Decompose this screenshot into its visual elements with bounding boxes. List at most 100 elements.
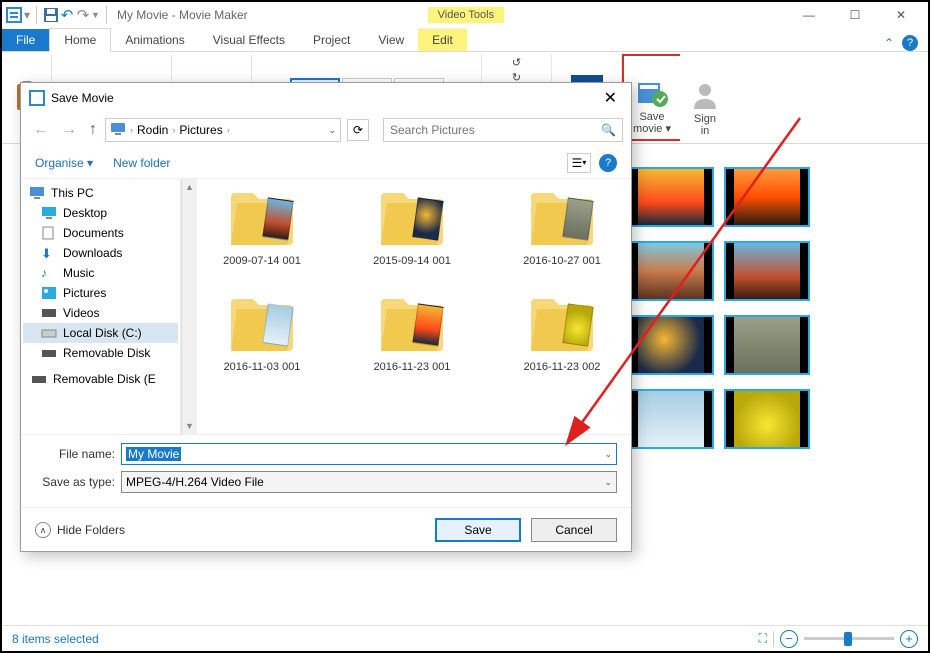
tab-view[interactable]: View — [364, 29, 418, 51]
clip-thumb[interactable] — [724, 241, 810, 301]
dialog-close-button[interactable]: ✕ — [598, 88, 623, 108]
undo-icon[interactable]: ↶ — [59, 7, 75, 23]
new-folder-button[interactable]: New folder — [113, 156, 170, 170]
nav-this-pc[interactable]: This PC — [23, 183, 178, 203]
sign-in-label: Signin — [694, 113, 716, 137]
file-name-value[interactable]: My Movie — [126, 447, 181, 461]
nav-removable-1[interactable]: Removable Disk — [23, 343, 178, 363]
status-bar: 8 items selected ⛶ − + — [2, 625, 928, 651]
nav-local-disk[interactable]: Local Disk (C:) — [23, 323, 178, 343]
breadcrumb[interactable]: › Rodin › Pictures › ⌄ — [105, 118, 341, 142]
close-button[interactable]: ✕ — [878, 3, 924, 27]
status-text: 8 items selected — [12, 632, 99, 646]
zoom-in-button[interactable]: + — [900, 630, 918, 648]
qat-divider: ▾ — [24, 8, 30, 22]
search-icon[interactable]: 🔍 — [601, 123, 616, 137]
quick-access-toolbar: ▾ — [6, 7, 30, 23]
clip-thumb[interactable] — [628, 389, 714, 449]
nav-removable-2[interactable]: Removable Disk (E — [23, 369, 178, 389]
nav-scrollbar[interactable]: ▲▼ — [181, 179, 197, 434]
view-options-button[interactable]: ☰ ▾ — [567, 153, 591, 173]
rotate-left-icon[interactable]: ↺ — [512, 56, 521, 69]
folder-icon — [377, 295, 447, 355]
clip-thumb[interactable] — [724, 167, 810, 227]
app-icon — [6, 7, 22, 23]
refresh-button[interactable]: ⟳ — [347, 119, 369, 141]
search-box[interactable]: 🔍 — [383, 118, 623, 142]
help-icon[interactable]: ? — [902, 35, 918, 51]
folder-label: 2015-09-14 001 — [373, 255, 451, 267]
folder-item[interactable]: 2016-11-23 001 — [357, 295, 467, 373]
tab-project[interactable]: Project — [299, 29, 364, 51]
folder-label: 2016-10-27 001 — [523, 255, 601, 267]
redo-icon[interactable]: ↷ — [75, 7, 91, 23]
folder-label: 2009-07-14 001 — [223, 255, 301, 267]
zoom-slider[interactable] — [804, 637, 894, 640]
save-icon[interactable] — [43, 7, 59, 23]
clip-thumb[interactable] — [628, 241, 714, 301]
nav-back-button[interactable]: ← — [29, 121, 53, 139]
tab-animations[interactable]: Animations — [111, 29, 198, 51]
folder-item[interactable]: 2016-11-23 002 — [507, 295, 617, 373]
nav-videos[interactable]: Videos — [23, 303, 178, 323]
pc-icon — [110, 122, 126, 139]
folder-item[interactable]: 2009-07-14 001 — [207, 189, 317, 267]
title-bar: ▾ ↶ ↷ ▼ My Movie - Movie Maker Video Too… — [2, 2, 928, 28]
save-button[interactable]: Save — [435, 518, 521, 542]
clip-thumb[interactable] — [724, 315, 810, 375]
clip-thumb[interactable] — [628, 167, 714, 227]
save-dialog: Save Movie ✕ ← → ↑ › Rodin › Pictures › … — [20, 82, 632, 552]
nav-desktop[interactable]: Desktop — [23, 203, 178, 223]
qat-dropdown-icon[interactable]: ▼ — [91, 10, 100, 20]
nav-downloads[interactable]: ⬇Downloads — [23, 243, 178, 263]
file-name-field[interactable]: My Movie ⌄ — [121, 443, 617, 465]
tab-file[interactable]: File — [2, 29, 49, 51]
tab-visual-effects[interactable]: Visual Effects — [199, 29, 299, 51]
clip-thumb[interactable] — [628, 315, 714, 375]
nav-pictures[interactable]: Pictures — [23, 283, 178, 303]
file-name-dropdown-icon[interactable]: ⌄ — [604, 449, 612, 460]
ribbon-tabs: File Home Animations Visual Effects Proj… — [2, 28, 928, 52]
nav-documents[interactable]: Documents — [23, 223, 178, 243]
breadcrumb-dropdown-icon[interactable]: ⌄ — [328, 125, 336, 136]
zoom-out-button[interactable]: − — [780, 630, 798, 648]
maximize-button[interactable]: ☐ — [832, 3, 878, 27]
sign-in-button[interactable]: Signin — [681, 77, 729, 139]
save-type-field[interactable]: MPEG-4/H.264 Video File ⌄ — [121, 471, 617, 493]
nav-music[interactable]: ♪Music — [23, 263, 178, 283]
folder-item[interactable]: 2016-11-03 001 — [207, 295, 317, 373]
minimize-button[interactable]: — — [786, 3, 832, 27]
cancel-button[interactable]: Cancel — [531, 518, 617, 542]
nav-forward-button[interactable]: → — [57, 121, 81, 139]
clip-thumb[interactable] — [724, 389, 810, 449]
save-movie-button[interactable]: Savemovie ▾ — [625, 75, 679, 137]
folder-label: 2016-11-23 001 — [374, 361, 451, 373]
dialog-icon — [29, 90, 45, 106]
breadcrumb-part[interactable]: Pictures — [179, 123, 222, 137]
folder-icon — [227, 295, 297, 355]
file-name-label: File name: — [35, 447, 115, 461]
save-type-value: MPEG-4/H.264 Video File — [126, 475, 264, 489]
dialog-title: Save Movie — [51, 91, 114, 105]
search-input[interactable] — [390, 123, 601, 137]
help-button[interactable]: ? — [599, 154, 617, 172]
folder-item[interactable]: 2015-09-14 001 — [357, 189, 467, 267]
save-movie-label: Savemovie ▾ — [633, 111, 671, 135]
save-type-label: Save as type: — [35, 475, 115, 489]
tab-home[interactable]: Home — [49, 28, 111, 52]
tab-edit[interactable]: Edit — [418, 28, 467, 51]
organise-menu[interactable]: Organise ▾ — [35, 156, 93, 170]
hide-folders-button[interactable]: ʌ Hide Folders — [35, 522, 125, 538]
collapse-ribbon-icon[interactable]: ⌃ — [884, 36, 894, 50]
save-type-dropdown-icon[interactable]: ⌄ — [604, 477, 612, 488]
fit-icon[interactable]: ⛶ — [759, 631, 767, 646]
folder-icon — [227, 189, 297, 249]
nav-pane: This PC Desktop Documents ⬇Downloads ♪Mu… — [21, 179, 181, 434]
folder-pane[interactable]: 2009-07-14 001 2015-09-14 001 2016-10-27… — [197, 179, 631, 434]
breadcrumb-part[interactable]: Rodin — [137, 123, 168, 137]
folder-label: 2016-11-03 001 — [224, 361, 301, 373]
nav-up-button[interactable]: ↑ — [85, 121, 101, 139]
folder-item[interactable]: 2016-10-27 001 — [507, 189, 617, 267]
timeline — [628, 167, 918, 613]
folder-icon — [527, 189, 597, 249]
